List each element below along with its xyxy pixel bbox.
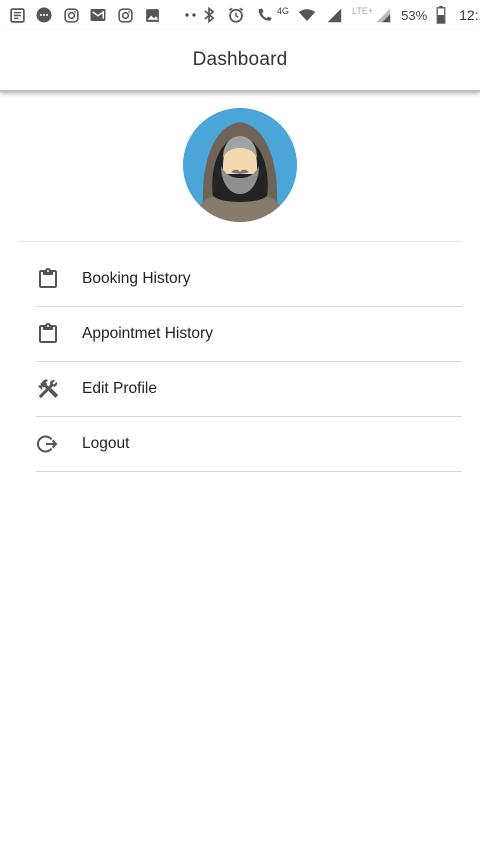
build-tools-icon — [36, 377, 60, 401]
more-dots-icon — [182, 6, 200, 24]
wifi-icon — [298, 6, 316, 24]
signal-icon — [374, 6, 392, 24]
avatar[interactable] — [183, 108, 297, 222]
menu-item-appointment-history[interactable]: Appointmet History — [36, 307, 462, 362]
signal-icon — [325, 6, 343, 24]
wifi-calling-icon — [254, 6, 278, 24]
news-icon — [8, 6, 26, 24]
alarm-icon — [227, 6, 245, 24]
profile-divider — [18, 241, 462, 242]
messenger-icon — [35, 6, 53, 24]
battery-icon — [436, 6, 446, 24]
clipboard-icon — [36, 267, 60, 291]
clock: 12:11 — [459, 7, 480, 23]
logout-icon — [36, 432, 60, 456]
bluetooth-icon — [200, 6, 218, 24]
status-bar-left — [8, 6, 200, 24]
status-bar-right: 4G LTE+ 53% 12:11 — [200, 6, 480, 24]
menu-item-label: Appointmet History — [82, 325, 213, 342]
menu-item-booking-history[interactable]: Booking History — [36, 252, 462, 307]
gmail-icon — [89, 6, 107, 24]
menu-item-logout[interactable]: Logout — [36, 417, 462, 472]
status-bar: 4G LTE+ 53% 12:11 — [0, 0, 480, 30]
app-bar: Dashboard — [0, 30, 480, 92]
page-title: Dashboard — [192, 49, 288, 70]
network-type-secondary: LTE+ — [352, 6, 374, 16]
instagram-icon — [116, 6, 134, 24]
battery-percent: 53% — [401, 7, 428, 23]
network-type: 4G — [277, 6, 290, 16]
gallery-icon — [143, 6, 161, 24]
menu-item-edit-profile[interactable]: Edit Profile — [36, 362, 462, 417]
menu-item-label: Logout — [82, 435, 130, 452]
dashboard-menu: Booking History Appointmet History Edit … — [36, 252, 462, 472]
clipboard-icon — [36, 322, 60, 346]
instagram-icon — [62, 6, 80, 24]
user-avatar-icon — [183, 108, 297, 222]
menu-item-label: Booking History — [82, 270, 191, 287]
menu-item-label: Edit Profile — [82, 380, 157, 397]
